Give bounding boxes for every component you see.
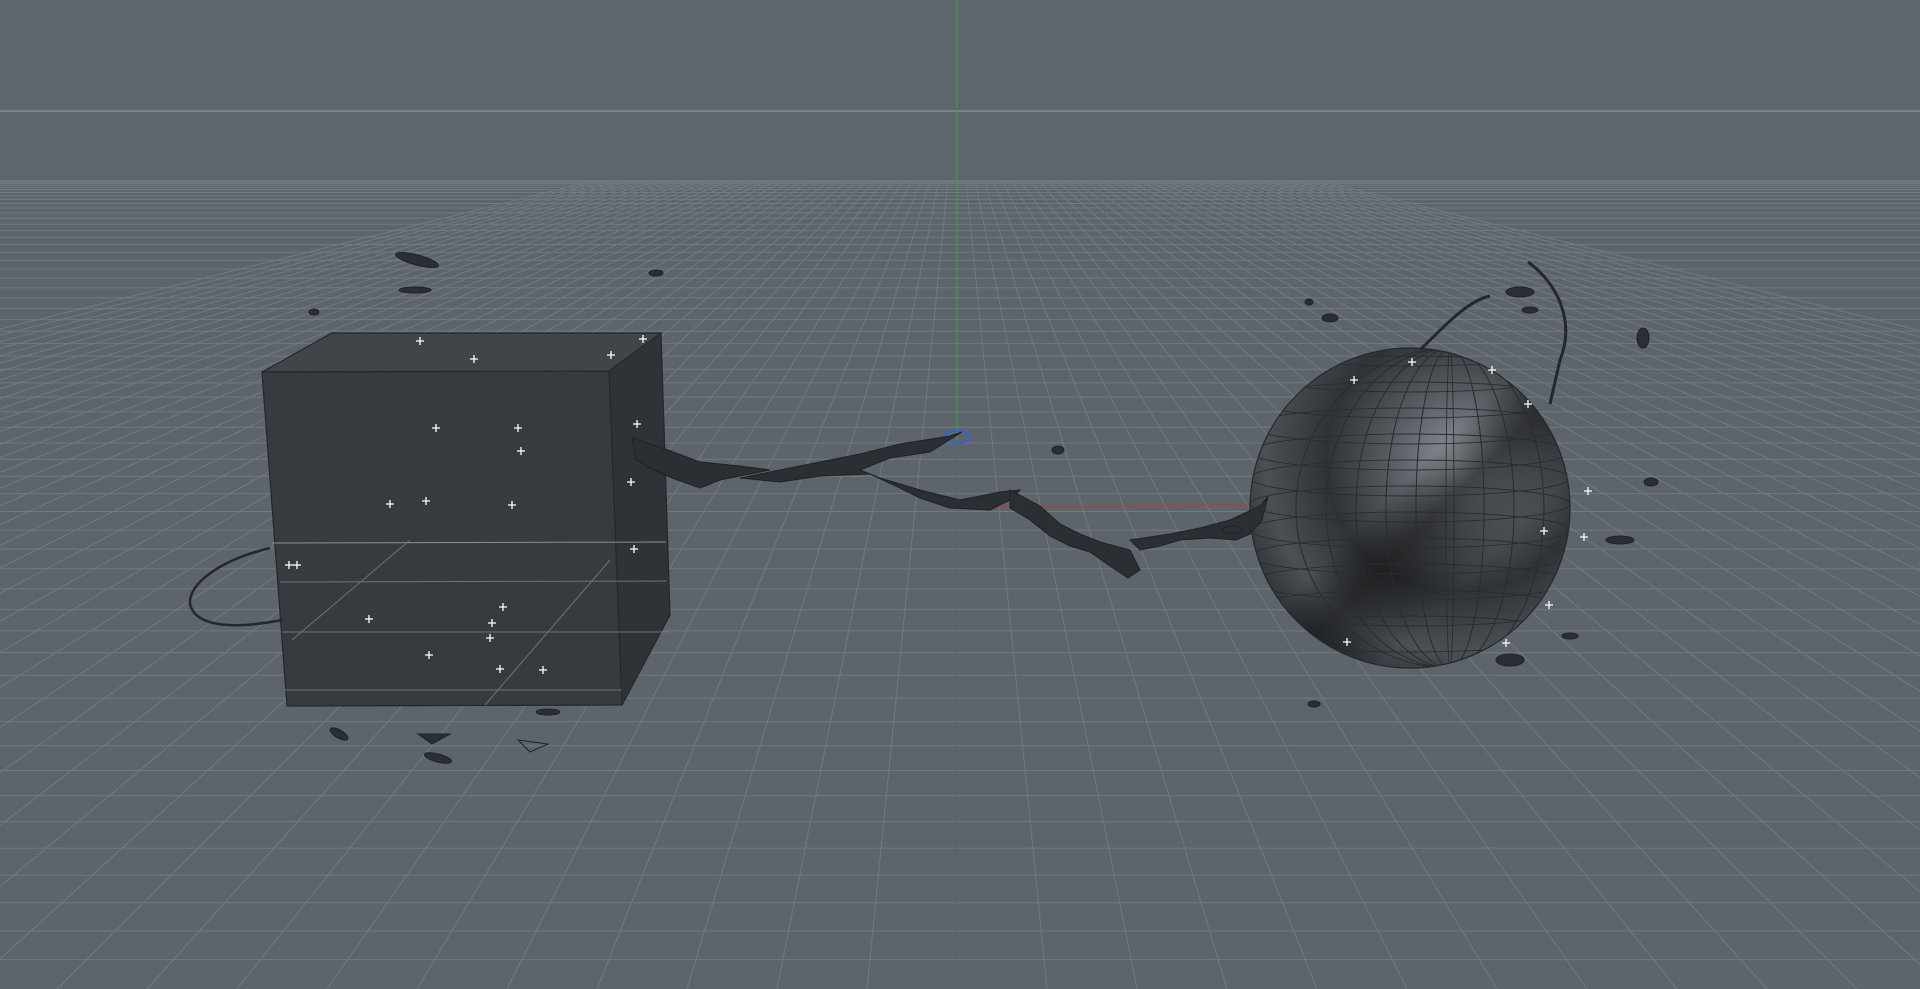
splash-droplet — [1521, 306, 1539, 314]
cube-front-face[interactable] — [262, 371, 622, 706]
sky-area — [0, 0, 1920, 180]
sphere-shadow-band — [1250, 348, 1570, 668]
splash-droplet — [1605, 535, 1635, 545]
splash-droplet — [1321, 313, 1339, 323]
splash-droplet — [308, 308, 320, 316]
splash-droplet — [535, 708, 561, 716]
splash-droplet — [1051, 445, 1065, 455]
splash-droplet — [648, 269, 664, 277]
viewport-canvas[interactable] — [0, 0, 1920, 989]
cube-object[interactable] — [261, 332, 671, 707]
splash-droplet — [1495, 653, 1525, 667]
splash-droplet — [1643, 477, 1659, 487]
splash-droplet — [1505, 286, 1535, 298]
splash-droplet — [1304, 298, 1314, 306]
splash-droplet — [1561, 632, 1579, 640]
splash-droplet — [1636, 327, 1650, 349]
3d-viewport[interactable] — [0, 0, 1920, 989]
splash-droplet — [398, 286, 432, 294]
splash-droplet — [1307, 700, 1321, 708]
splash-droplet — [1221, 525, 1243, 535]
